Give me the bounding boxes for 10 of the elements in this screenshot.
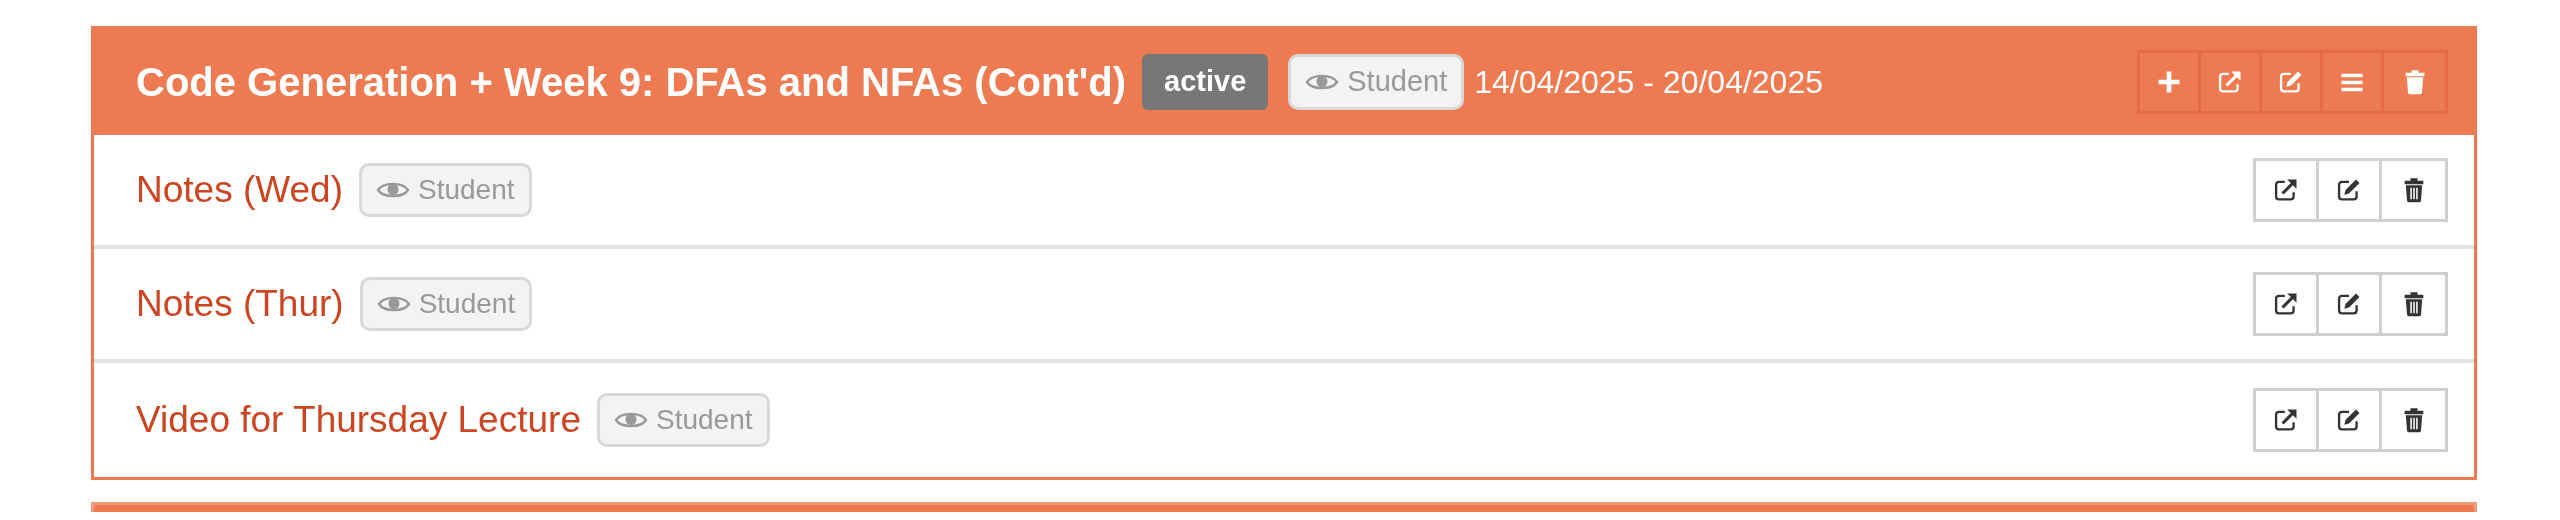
visibility-badge: Student bbox=[359, 163, 532, 217]
item-link[interactable]: Video for Thursday Lecture bbox=[136, 392, 581, 448]
item-link[interactable]: Notes (Thur) bbox=[136, 276, 344, 332]
item-link[interactable]: Notes (Wed) bbox=[136, 162, 343, 218]
visibility-badge: Student bbox=[359, 277, 533, 331]
section-title: Code Generation + Week 9: DFAs and NFAs (Cont'd) bbox=[136, 59, 1127, 106]
visibility-badge: Student bbox=[596, 393, 770, 447]
visibility-badge: Student bbox=[1288, 54, 1465, 110]
date-range: 14/04/2025 - 20/04/2025 bbox=[1474, 63, 1823, 102]
status-badge: active bbox=[1142, 54, 1269, 110]
